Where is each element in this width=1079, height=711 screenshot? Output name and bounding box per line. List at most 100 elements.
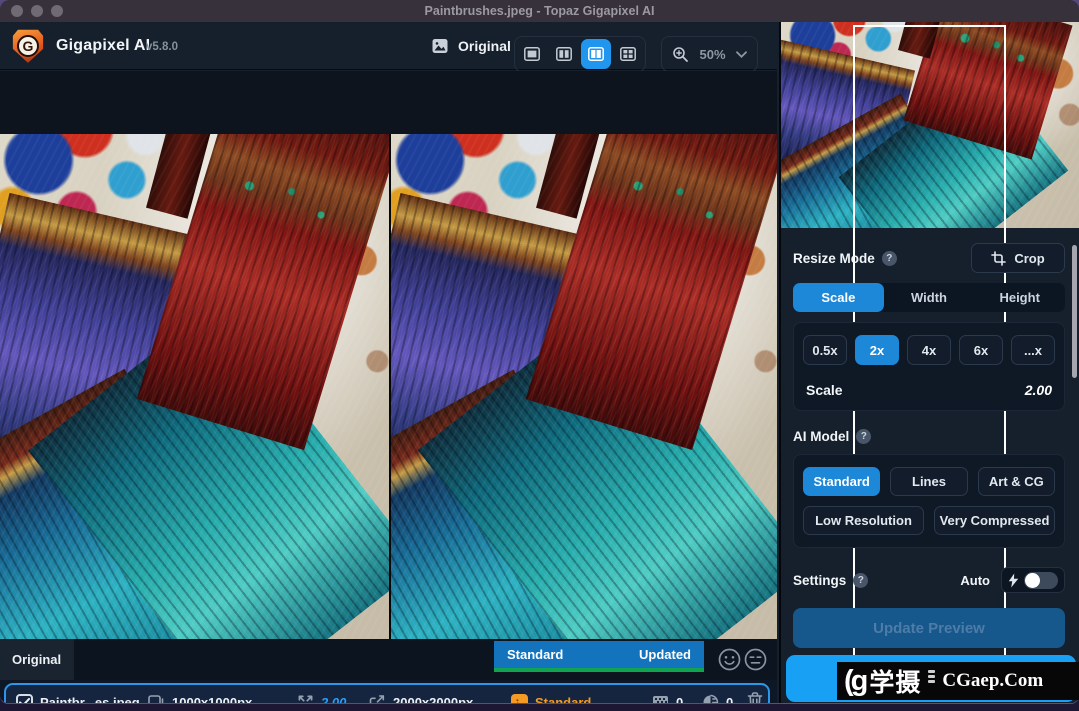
- paintbrushes-photo: [0, 134, 389, 639]
- blur-icon: [702, 694, 719, 704]
- scale-field-label: Scale: [806, 382, 843, 398]
- file-select-cluster: Paintbr...es.jpeg: [16, 685, 140, 703]
- photo-gold-band: [0, 441, 169, 639]
- photo-cyan-brush: [391, 369, 651, 639]
- scale-2x-button[interactable]: 2x: [855, 335, 899, 365]
- model-standard-button[interactable]: Standard: [803, 467, 880, 496]
- auto-label: Auto: [960, 573, 990, 588]
- model-very-compressed-button[interactable]: Very Compressed: [934, 506, 1055, 535]
- happy-face-feedback-button[interactable]: [718, 647, 742, 671]
- watermark-mini-text: [928, 670, 935, 692]
- watermark-banner: (g 学摄 CGaep.Com: [837, 662, 1079, 700]
- ai-model-title: AI Model: [793, 429, 849, 444]
- viewer-label-bar: Original Standard Updated: [0, 639, 777, 680]
- output-size-value: 2000x2000px: [393, 695, 473, 704]
- noise-icon: [652, 695, 669, 704]
- photo-teal-brush: [28, 302, 389, 639]
- photo-brush-handle: [146, 134, 215, 219]
- zoom-in-icon: [672, 46, 689, 63]
- image-viewer: [0, 134, 777, 639]
- toggle-knob: [1025, 573, 1040, 588]
- badge-status-label: Updated: [639, 647, 691, 662]
- chevron-down-icon: [736, 51, 747, 58]
- app-window: Paintbrushes.jpeg - Topaz Gigapixel AI G…: [0, 0, 1079, 703]
- ai-model-panel: Standard Lines Art & CG Low Resolution V…: [793, 454, 1065, 548]
- sidebar-scrollbar-thumb[interactable]: [1072, 245, 1077, 378]
- output-size-cluster: 2000x2000px: [368, 685, 473, 703]
- blur-cluster: 0: [702, 685, 733, 703]
- settings-help-icon[interactable]: ?: [853, 573, 868, 588]
- single-view-button[interactable]: [517, 39, 547, 69]
- resize-mode-tabs: Scale Width Height: [793, 283, 1065, 312]
- file-row[interactable]: Paintbr...es.jpeg 1000x1000px 2.00: [4, 683, 770, 703]
- split-view-button[interactable]: [549, 39, 579, 69]
- scale-0-5x-button[interactable]: 0.5x: [803, 335, 847, 365]
- photo-brush-handle: [536, 134, 604, 218]
- photo-background: [391, 134, 777, 639]
- crop-button[interactable]: Crop: [971, 243, 1065, 273]
- zoom-level-value: 50%: [699, 47, 725, 62]
- photo-purple-brush: [0, 193, 191, 530]
- ai-model-help-icon[interactable]: ?: [856, 429, 871, 444]
- paintbrushes-photo: [391, 134, 777, 639]
- app-toolbar: G Gigapixel AI v5.8.0 Original: [0, 22, 777, 70]
- photo-cyan-brush: [0, 369, 262, 639]
- sidebar-content: Resize Mode ? Crop Scale Width Height 0: [793, 228, 1065, 703]
- scale-field-value[interactable]: 2.00: [1025, 382, 1052, 398]
- app-name: Gigapixel AI: [56, 37, 150, 55]
- scale-factor-value: 2.00: [321, 695, 346, 704]
- photo-background: [0, 134, 389, 639]
- tab-scale[interactable]: Scale: [793, 283, 884, 312]
- model-image-icon: [511, 694, 528, 704]
- neutral-face-feedback-button[interactable]: [744, 647, 768, 671]
- noise-cluster: 0: [652, 685, 683, 703]
- tab-width[interactable]: Width: [884, 283, 975, 312]
- lightning-bolt-icon: [1008, 573, 1019, 588]
- scale-custom-button[interactable]: ...x: [1011, 335, 1055, 365]
- noise-value: 0: [676, 695, 683, 704]
- side-by-side-view-button[interactable]: [581, 39, 611, 69]
- photo-paint-blobs: [391, 134, 596, 281]
- blur-value: 0: [726, 695, 733, 704]
- model-art-cg-button[interactable]: Art & CG: [978, 467, 1055, 496]
- settings-title: Settings: [793, 573, 846, 588]
- input-size-value: 1000x1000px: [172, 695, 252, 704]
- window-title: Paintbrushes.jpeg - Topaz Gigapixel AI: [0, 0, 1079, 22]
- delete-file-button[interactable]: [746, 691, 764, 703]
- titlebar: Paintbrushes.jpeg - Topaz Gigapixel AI: [0, 0, 1079, 22]
- model-name-value: Standard: [535, 695, 591, 704]
- auto-settings-toggle[interactable]: [1001, 567, 1065, 593]
- quad-view-button[interactable]: [613, 39, 643, 69]
- processed-pane-badge[interactable]: Standard Updated: [494, 641, 704, 672]
- photo-paint-blobs: [0, 134, 206, 281]
- app-version: v5.8.0: [146, 41, 178, 53]
- photo-teal-brush: [418, 303, 777, 639]
- original-pane-label: Original: [0, 639, 74, 680]
- crop-button-label: Crop: [1014, 251, 1044, 266]
- file-checkbox[interactable]: [16, 694, 33, 704]
- expand-arrows-icon: [297, 694, 314, 704]
- update-preview-button[interactable]: Update Preview: [793, 608, 1065, 648]
- scale-panel: 0.5x 2x 4x 6x ...x Scale 2.00: [793, 322, 1065, 411]
- original-image-pane[interactable]: [0, 134, 389, 639]
- photo-red-brush: [526, 134, 777, 450]
- resize-help-icon[interactable]: ?: [882, 251, 897, 266]
- scale-4x-button[interactable]: 4x: [907, 335, 951, 365]
- watermark-brand: 学摄: [869, 663, 921, 699]
- tab-height[interactable]: Height: [974, 283, 1065, 312]
- preview-mode-selector[interactable]: Original: [430, 36, 511, 56]
- scale-cluster: 2.00: [297, 685, 346, 703]
- canvas-top-gutter: [0, 71, 777, 134]
- desktop: Paintbrushes.jpeg - Topaz Gigapixel AI G…: [0, 0, 1079, 711]
- badge-model-label: Standard: [507, 647, 563, 662]
- model-lines-button[interactable]: Lines: [890, 467, 967, 496]
- right-sidebar: Resize Mode ? Crop Scale Width Height 0: [779, 22, 1079, 703]
- scale-6x-button[interactable]: 6x: [959, 335, 1003, 365]
- preview-mode-label: Original: [458, 38, 511, 54]
- zoom-control[interactable]: 50%: [661, 36, 758, 72]
- export-icon: [368, 693, 386, 703]
- frame-icon: [147, 693, 165, 703]
- gigapixel-logo-icon: G: [10, 28, 46, 64]
- processed-image-pane[interactable]: [391, 134, 777, 639]
- model-low-resolution-button[interactable]: Low Resolution: [803, 506, 924, 535]
